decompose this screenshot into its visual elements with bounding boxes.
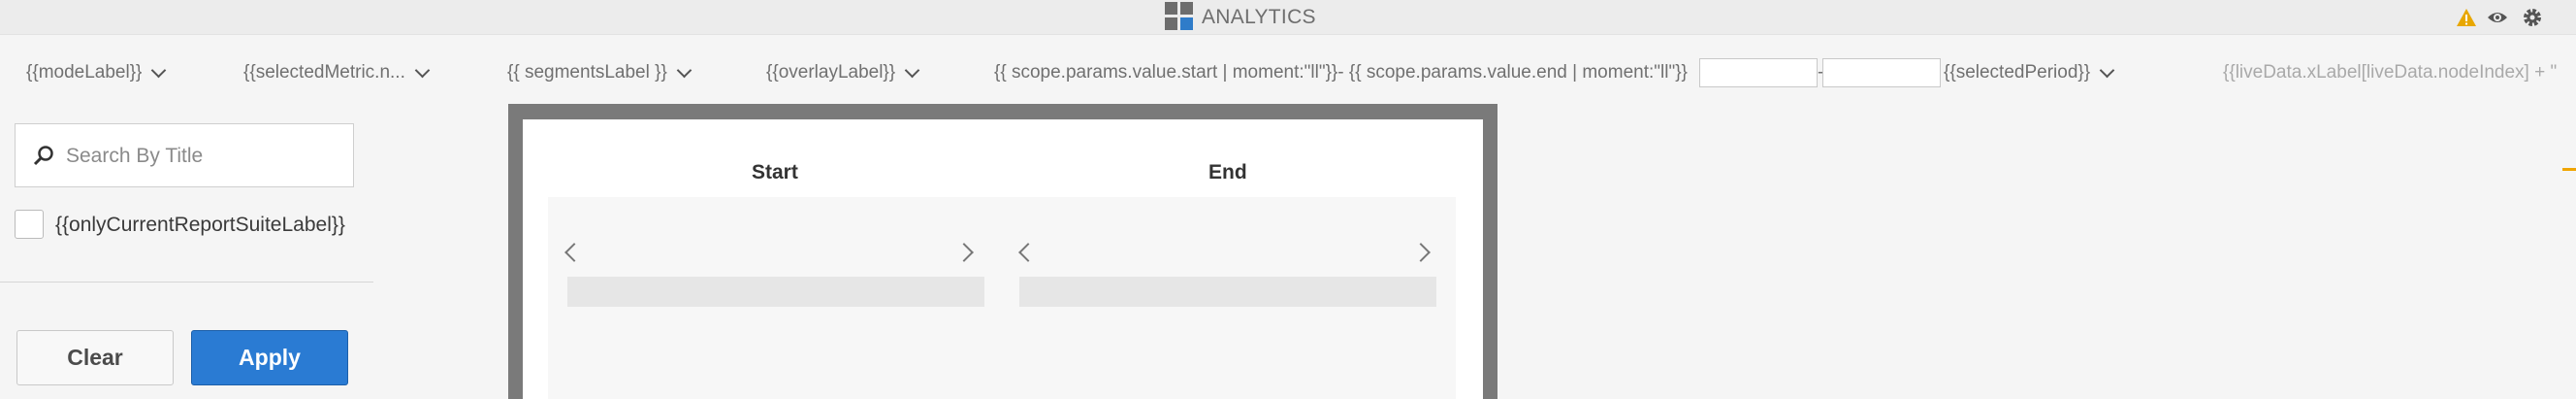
date-picker-panel: Start End — [523, 119, 1483, 399]
mode-dropdown[interactable]: {{modeLabel}} — [26, 62, 167, 83]
logo-square — [1165, 2, 1177, 15]
scroll-indicator — [2562, 168, 2576, 171]
chevron-down-icon — [414, 62, 431, 78]
apply-button[interactable]: Apply — [191, 330, 348, 385]
chevron-left-icon[interactable] — [1018, 243, 1038, 262]
segments-dropdown[interactable]: {{ segmentsLabel }} — [507, 62, 692, 83]
chevron-down-icon — [151, 62, 167, 78]
overlay-dropdown[interactable]: {{overlayLabel}} — [766, 62, 920, 83]
chevron-right-icon[interactable] — [954, 243, 974, 262]
search-input[interactable] — [66, 142, 338, 171]
checkbox-label: {{onlyCurrentReportSuiteLabel}} — [55, 214, 345, 236]
search-box[interactable] — [15, 123, 354, 187]
end-month-grid — [1019, 277, 1436, 307]
period-dropdown[interactable]: {{selectedPeriod}} — [1944, 62, 2115, 83]
analytics-logo-icon — [1165, 2, 1194, 31]
live-data-label: {{liveData.xLabel[liveData.nodeIndex] + … — [2223, 62, 2557, 83]
title-bar: ANALYTICS — [0, 0, 2576, 35]
period-label: {{selectedPeriod}} — [1944, 62, 2091, 83]
date-range-toggle[interactable]: {{ scope.params.value.start | moment:"ll… — [994, 62, 1688, 83]
chevron-right-icon[interactable] — [1411, 243, 1431, 262]
date-picker-frame: Start End — [508, 104, 1497, 399]
clear-button[interactable]: Clear — [16, 330, 174, 385]
warning-icon[interactable] — [2456, 7, 2477, 28]
gear-icon[interactable] — [2522, 7, 2543, 28]
overlay-label: {{overlayLabel}} — [766, 62, 896, 83]
end-date-input[interactable] — [1822, 58, 1941, 87]
chevron-down-icon — [676, 62, 692, 78]
divider — [0, 282, 373, 283]
date-range-label: {{ scope.params.value.start | moment:"ll… — [994, 62, 1688, 83]
start-date-input[interactable] — [1699, 58, 1818, 87]
mode-label: {{modeLabel}} — [26, 62, 143, 83]
start-calendar-heading: Start — [752, 161, 798, 183]
logo-square — [1180, 17, 1193, 30]
metric-dropdown[interactable]: {{selectedMetric.n... — [243, 62, 431, 83]
search-icon — [33, 146, 53, 166]
app-title: ANALYTICS — [1202, 6, 1316, 28]
segments-label: {{ segmentsLabel }} — [507, 62, 667, 83]
chevron-down-icon — [904, 62, 920, 78]
sidebar: {{onlyCurrentReportSuiteLabel}} Clear Ap… — [0, 97, 373, 399]
eye-icon[interactable] — [2487, 7, 2508, 28]
calendar-body — [548, 197, 1456, 399]
logo-square — [1180, 2, 1193, 15]
chevron-left-icon[interactable] — [564, 243, 584, 262]
live-data-text: {{liveData.xLabel[liveData.nodeIndex] + … — [2223, 62, 2558, 83]
report-toolbar: {{modeLabel}} {{selectedMetric.n... {{ s… — [0, 56, 2576, 95]
start-month-grid — [567, 277, 984, 307]
chevron-down-icon — [2099, 62, 2115, 78]
logo-square — [1165, 17, 1177, 30]
end-calendar-heading: End — [1208, 161, 1247, 183]
only-current-report-suite-checkbox[interactable] — [15, 210, 44, 239]
metric-label: {{selectedMetric.n... — [243, 62, 405, 83]
